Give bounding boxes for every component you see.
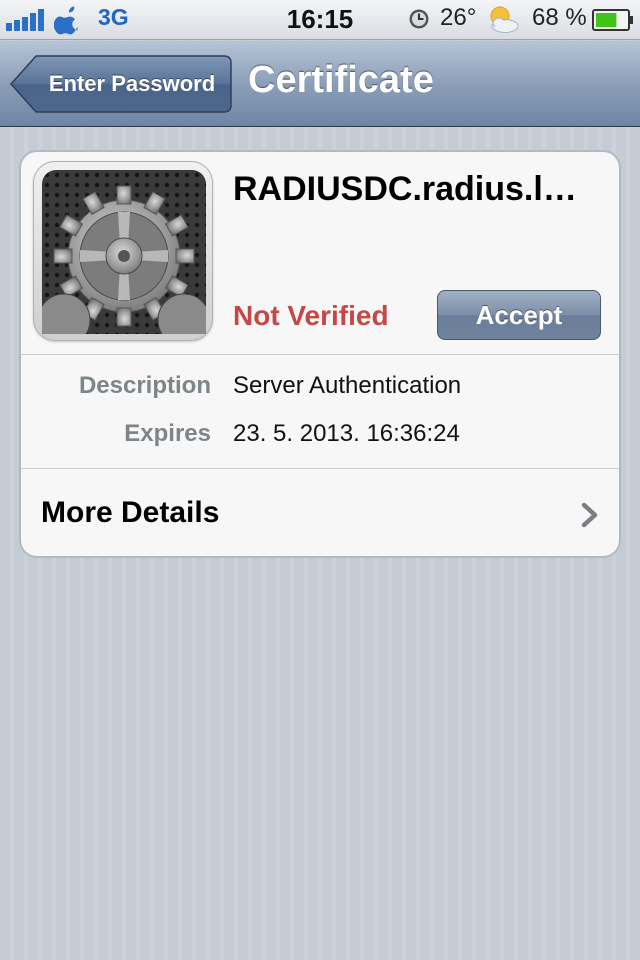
expires-value: 23. 5. 2013. 16:36:24 <box>233 420 460 447</box>
temperature: 26° <box>440 4 477 31</box>
description-label: Description <box>78 372 211 399</box>
navigation-bar: Enter Password Certificate <box>0 41 640 127</box>
expires-label: Expires <box>124 420 211 447</box>
certificate-details: Description Server Authentication Expire… <box>21 357 619 469</box>
description-value: Server Authentication <box>233 372 462 399</box>
alarm-clock-icon <box>409 9 429 29</box>
more-details-row[interactable]: More Details <box>21 470 619 556</box>
page-title: Certificate <box>248 59 434 101</box>
battery-percent: 68 % <box>532 4 587 31</box>
status-bar: 3G 16:15 26° 68 % <box>0 0 640 40</box>
certificate-card: RADIUSDC.radius.l… Not Verified Accept D… <box>19 150 621 558</box>
back-button[interactable]: Enter Password <box>10 55 232 113</box>
chevron-right-icon <box>581 502 598 528</box>
divider <box>21 354 619 355</box>
back-button-label: Enter Password <box>48 71 216 96</box>
accept-button[interactable]: Accept <box>437 290 601 340</box>
settings-gear-icon <box>33 161 213 341</box>
certificate-name: RADIUSDC.radius.l… <box>233 170 577 208</box>
weather-partly-cloudy-icon <box>490 6 519 33</box>
more-details-label: More Details <box>41 496 220 529</box>
certificate-header: RADIUSDC.radius.l… Not Verified Accept <box>21 152 619 356</box>
battery-icon <box>592 9 633 31</box>
divider <box>21 468 619 469</box>
verification-status: Not Verified <box>233 300 389 331</box>
